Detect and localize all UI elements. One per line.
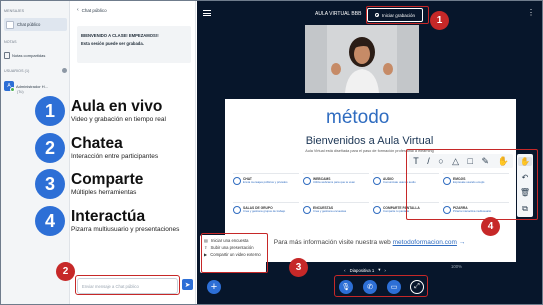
- chat-icon: [6, 20, 14, 29]
- screen-share-icon: [373, 206, 381, 214]
- feature-number: 1: [35, 96, 65, 126]
- send-icon: ➤: [184, 281, 191, 289]
- slide-navigation: ‹ Diapositiva 1 ▾ ›: [329, 265, 401, 275]
- audio-icon: [373, 177, 381, 185]
- step-badge: 1: [430, 11, 449, 30]
- messages-header: MENSAJES: [4, 9, 25, 13]
- notes-icon: [4, 52, 10, 59]
- room-title: AULA VIRTUAL BBB: [315, 11, 362, 17]
- feature-subtitle: Interacción entre participantes: [71, 152, 159, 160]
- feature-title: Interactúa: [71, 208, 146, 226]
- feature-title: Comparte: [71, 171, 144, 189]
- zoom-level[interactable]: 100%: [451, 264, 462, 269]
- more-options-icon[interactable]: ⋮: [527, 9, 535, 17]
- highlight-controls: [334, 275, 428, 297]
- arrow-right-icon: →: [458, 239, 466, 246]
- poll-icon: [303, 206, 311, 214]
- send-button[interactable]: ➤: [182, 279, 193, 290]
- feature-subtitle: Video y grabación en tiempo real: [71, 115, 166, 123]
- group-icon: [233, 206, 241, 214]
- presenter-image: [305, 25, 419, 93]
- webcam-icon: [303, 177, 311, 185]
- feature-title: Aula en vivo: [71, 98, 163, 116]
- user-list-item[interactable]: A Administrador H...: [4, 81, 49, 92]
- cell-desc: Envía mensajes públicos y privados: [243, 180, 288, 184]
- grid-cell: CHAT Envía mensajes públicos y privados: [233, 173, 299, 199]
- sidebar-item-label: Chat público: [17, 22, 41, 27]
- feature-number: 3: [35, 169, 65, 199]
- feature-item: 4 Interactúa Pizarra multiusuario y pres…: [35, 206, 179, 236]
- chevron-left-icon[interactable]: ‹: [77, 7, 79, 13]
- welcome-line: BIENVENIDO A CLASE! EMPEZAMOS!!: [81, 33, 159, 38]
- next-slide-icon[interactable]: ›: [384, 268, 385, 273]
- feature-item: 3 Comparte Múltiples herramientas: [35, 169, 143, 199]
- grid-cell: WEBCAMS Utiliza webcams para que te vean: [303, 173, 369, 199]
- step-badge: 2: [56, 262, 75, 281]
- welcome-message: BIENVENIDO A CLASE! EMPEZAMOS!! Esta ses…: [77, 26, 191, 63]
- chevron-down-icon[interactable]: ▾: [378, 267, 380, 273]
- feature-subtitle: Pizarra multiusuario y presentaciones: [71, 225, 180, 233]
- chat-icon: [233, 177, 241, 185]
- sidebar-item-public-chat[interactable]: Chat público: [4, 18, 67, 31]
- cell-desc: Crea y gestiona grupos de trabajo: [243, 209, 286, 213]
- prev-slide-icon[interactable]: ‹: [344, 268, 345, 273]
- slide-select[interactable]: Diapositiva 1: [350, 268, 375, 273]
- feature-item: 1 Aula en vivo Video y grabación en tiem…: [35, 96, 166, 126]
- menu-icon[interactable]: [203, 10, 211, 16]
- welcome-line: Esta sesión puede ser grabada.: [81, 40, 144, 46]
- slide-logo: método: [326, 107, 390, 128]
- grid-cell: SALAS DE GRUPO Crea y gestiona grupos de …: [233, 202, 299, 228]
- step-badge: 3: [289, 258, 308, 277]
- feature-item: 2 Chatea Interacción entre participantes: [35, 133, 158, 163]
- sidebar-item-label: Notas compartidas: [12, 53, 46, 58]
- user-name: Administrador H...: [16, 83, 49, 89]
- chat-header[interactable]: ‹ Chat público: [77, 7, 107, 13]
- user-self-tag: (Tú): [17, 90, 24, 94]
- sidebar-item-shared-notes[interactable]: Notas compartidas: [4, 52, 45, 59]
- avatar: A: [4, 81, 15, 92]
- step-badge: 4: [481, 217, 500, 236]
- cell-desc: Crea y gestiona encuestas: [313, 209, 347, 213]
- highlight-chat-input: [75, 275, 180, 295]
- website-link[interactable]: metodoformacion.com: [393, 239, 457, 246]
- highlight-toolbar: [406, 149, 538, 220]
- settings-icon[interactable]: [62, 68, 67, 73]
- more-info-text: Para más información visite nuestra web: [273, 239, 391, 246]
- chat-title: Chat público: [81, 7, 107, 13]
- highlight-actions-menu: [201, 233, 268, 273]
- cell-desc: Utiliza webcams para que te vean: [313, 180, 355, 184]
- feature-subtitle: Múltiples herramientas: [71, 188, 137, 196]
- notes-header: NOTAS: [4, 40, 17, 44]
- highlight-record: [366, 6, 429, 24]
- slide-heading: Bienvenidos a Aula Virtual: [305, 135, 434, 147]
- users-header: USUARIOS (1): [4, 69, 30, 73]
- feature-number: 2: [35, 133, 65, 163]
- feature-number: 4: [35, 206, 65, 236]
- grid-cell: ENCUESTAS Crea y gestiona encuestas: [303, 202, 369, 228]
- feature-title: Chatea: [71, 135, 123, 153]
- webcam-video: [305, 25, 419, 93]
- actions-plus-button[interactable]: +: [207, 280, 221, 294]
- plus-icon: +: [210, 281, 218, 293]
